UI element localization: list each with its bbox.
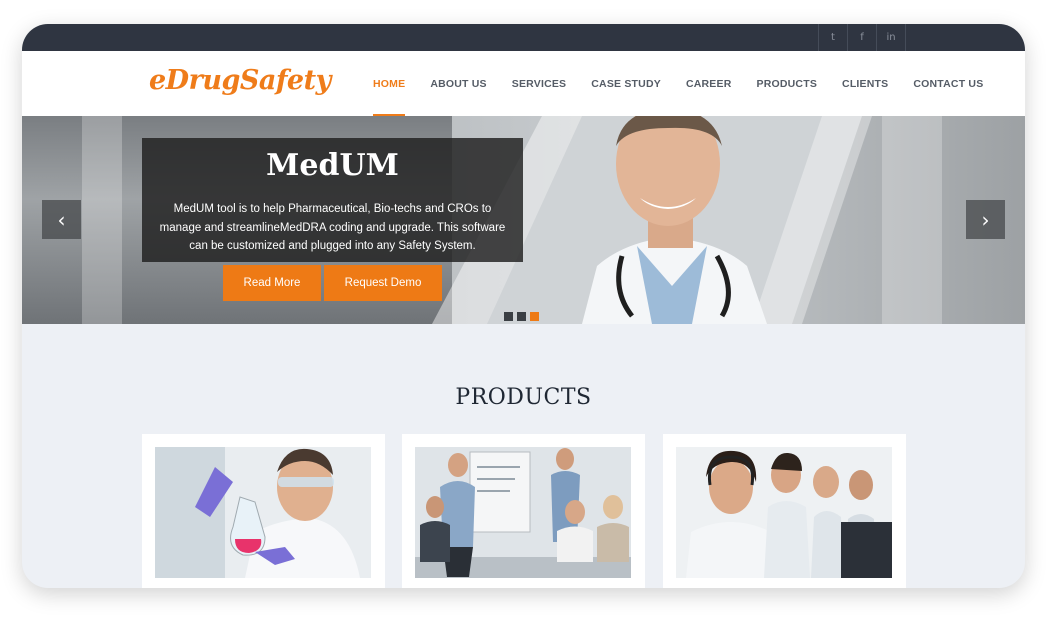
browser-frame: t f in eDrugSafety HOME ABOUT US SERVICE… [22, 24, 1025, 588]
chevron-right-icon[interactable]: › [966, 200, 1005, 239]
slide-description: MedUM tool is to help Pharmaceutical, Bi… [159, 203, 506, 252]
nav-menu: HOME ABOUT US SERVICES CASE STUDY CAREER… [373, 51, 983, 116]
nav-about[interactable]: ABOUT US [430, 51, 486, 116]
linkedin-icon[interactable]: in [876, 24, 906, 51]
scientist-with-flask-image [155, 447, 371, 578]
nav-career[interactable]: CAREER [686, 51, 732, 116]
nav-clients[interactable]: CLIENTS [842, 51, 888, 116]
team-meeting-whiteboard-image [415, 447, 631, 578]
nav-contact[interactable]: CONTACT US [913, 51, 983, 116]
slide-caption: MedUM MedUM tool is to help Pharmaceutic… [142, 138, 523, 262]
slide-dot[interactable] [517, 312, 526, 321]
nav-services[interactable]: SERVICES [512, 51, 567, 116]
slide-title: MedUM [266, 148, 399, 183]
hero-slider: MedUM MedUM tool is to help Pharmaceutic… [22, 116, 1025, 324]
site-logo[interactable]: eDrugSafety [149, 65, 331, 96]
top-bar: t f in [22, 24, 1025, 51]
main-navbar: eDrugSafety HOME ABOUT US SERVICES CASE … [22, 51, 1025, 116]
product-card[interactable] [402, 434, 645, 588]
slide-dot[interactable] [504, 312, 513, 321]
product-card[interactable] [142, 434, 385, 588]
chevron-left-icon[interactable]: ‹ [42, 200, 81, 239]
nav-products[interactable]: PRODUCTS [757, 51, 818, 116]
social-links: t f in [818, 24, 906, 51]
nav-case-study[interactable]: CASE STUDY [591, 51, 661, 116]
call-center-agents-image [676, 447, 892, 578]
nav-home[interactable]: HOME [373, 51, 406, 116]
request-demo-button[interactable]: Request Demo [324, 265, 442, 301]
slider-dots [504, 312, 539, 321]
product-card[interactable] [663, 434, 906, 588]
read-more-button[interactable]: Read More [223, 265, 321, 301]
products-heading: PRODUCTS [455, 385, 592, 410]
facebook-icon[interactable]: f [847, 24, 876, 51]
twitter-icon[interactable]: t [818, 24, 847, 51]
slide-dot-active[interactable] [530, 312, 539, 321]
